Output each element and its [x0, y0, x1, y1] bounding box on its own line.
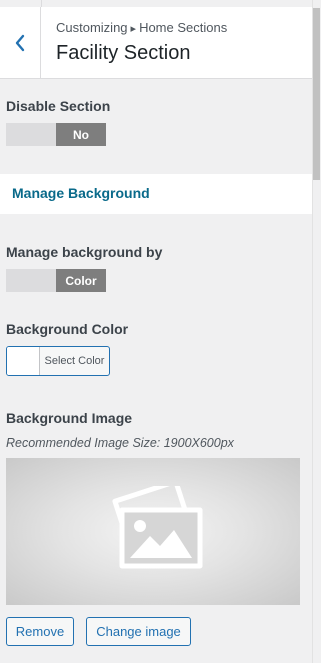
breadcrumb-parent: Customizing: [56, 20, 128, 35]
image-size-hint: Recommended Image Size: 1900X600px: [6, 436, 234, 450]
page-title: Facility Section: [56, 42, 191, 64]
toggle-off-side: [6, 123, 56, 146]
toggle-value: No: [56, 123, 106, 146]
scrollbar-thumb[interactable]: [313, 8, 320, 180]
color-swatch: [7, 347, 40, 375]
remove-image-button[interactable]: Remove: [6, 617, 74, 646]
select-color-button[interactable]: Select Color: [6, 346, 110, 376]
background-image-label: Background Image: [6, 410, 133, 426]
select-color-label: Select Color: [44, 355, 105, 367]
toggle-value: Color: [56, 269, 106, 292]
section-header: Customizing ▸ Home Sections Facility Secti…: [0, 7, 312, 79]
manage-background-by-toggle[interactable]: Color: [6, 269, 106, 292]
chevron-left-icon: [14, 34, 26, 52]
disable-section-label: Disable Section: [6, 98, 111, 114]
image-preview[interactable]: [6, 458, 300, 605]
breadcrumb: Customizing ▸ Home Sections: [56, 20, 227, 35]
change-image-button[interactable]: Change image: [86, 617, 191, 646]
disable-section-toggle[interactable]: No: [6, 123, 106, 146]
top-divider: [41, 0, 42, 7]
back-button[interactable]: [0, 7, 41, 78]
image-icon: [100, 478, 206, 577]
breadcrumb-separator: ▸: [130, 23, 137, 35]
toggle-off-side: [6, 269, 56, 292]
manage-background-by-label: Manage background by: [6, 244, 163, 260]
manage-background-label: Manage Background: [12, 185, 150, 201]
top-strip: [0, 0, 312, 7]
manage-background-link[interactable]: Manage Background: [0, 174, 312, 214]
breadcrumb-current: Home Sections: [139, 20, 228, 35]
background-color-label: Background Color: [6, 321, 129, 337]
